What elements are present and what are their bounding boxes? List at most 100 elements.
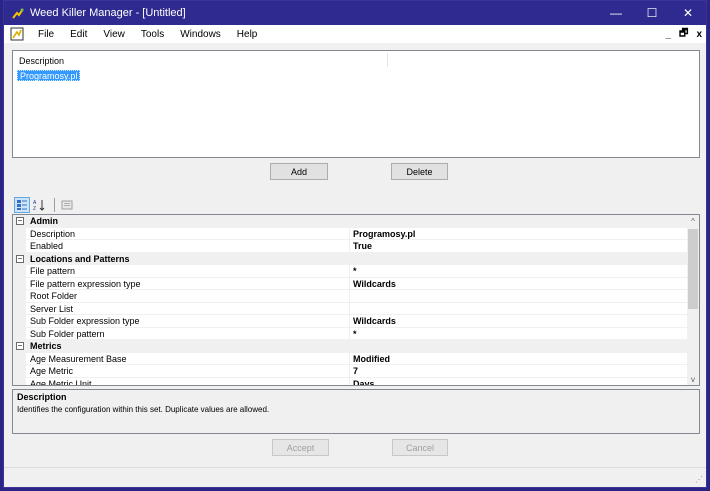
property-gutter [13, 240, 26, 252]
column-divider[interactable] [387, 53, 388, 67]
property-value[interactable]: Wildcards [353, 279, 396, 289]
property-help-panel: Description Identifies the configuration… [12, 389, 700, 434]
property-gutter [13, 377, 26, 385]
scroll-down-arrow-icon[interactable]: v [687, 373, 699, 385]
collapse-icon[interactable]: − [16, 254, 24, 263]
property-gutter [13, 315, 26, 327]
collapse-icon[interactable]: − [16, 342, 24, 350]
toolbar-separator [54, 198, 55, 212]
mdi-document-icon[interactable] [10, 27, 24, 41]
property-row[interactable]: File pattern * [13, 265, 687, 278]
column-splitter[interactable] [349, 377, 350, 385]
maximize-button[interactable]: ☐ [634, 1, 670, 25]
property-category[interactable]: − Locations and Patterns [13, 252, 687, 265]
mdi-restore-button[interactable]: 🗗 [679, 26, 688, 43]
mdi-controls: _ 🗗 x [657, 25, 702, 43]
list-header: Description [13, 51, 699, 69]
column-splitter[interactable] [349, 302, 350, 314]
mdi-close-button[interactable]: x [696, 29, 702, 40]
accept-button[interactable]: Accept [272, 439, 329, 456]
property-row[interactable]: Description Programosy.pl [13, 227, 687, 240]
sort-alphabetical-icon: A Z [33, 200, 45, 211]
list-item[interactable]: Programosy.pl [17, 70, 81, 81]
property-rows: − Admin Description Programosy.pl Enabled Tru… [13, 215, 687, 386]
category-label: Admin [30, 216, 58, 226]
property-name: Description [30, 228, 76, 239]
property-row[interactable]: Age Measurement Base Modified [13, 352, 687, 365]
configuration-list[interactable]: Description Programosy.pl [12, 50, 700, 158]
menu-bar: File Edit View Tools Windows Help _ 🗗 x [4, 25, 706, 43]
property-value[interactable]: Days [353, 379, 375, 386]
property-grid[interactable]: − Admin Description Programosy.pl Enabled Tru… [12, 214, 700, 386]
menu-windows[interactable]: Windows [172, 29, 229, 40]
column-splitter[interactable] [349, 290, 350, 302]
window-title: Weed Killer Manager - [Untitled] [30, 7, 186, 19]
status-bar: ⋰ [4, 467, 706, 487]
delete-button[interactable]: Delete [391, 163, 448, 180]
property-value[interactable]: Programosy.pl [353, 229, 415, 239]
property-value[interactable]: Wildcards [353, 316, 396, 326]
property-name: Age Metric [30, 366, 74, 376]
property-gutter [13, 327, 26, 339]
property-grid-scrollbar[interactable]: ^ v [687, 215, 699, 385]
categorized-view-button[interactable] [14, 197, 30, 213]
menu-help[interactable]: Help [229, 29, 266, 40]
mdi-minimize-button[interactable]: _ [665, 29, 671, 40]
property-row[interactable]: Server List [13, 302, 687, 315]
column-splitter[interactable] [349, 327, 350, 339]
property-name: Server List [30, 303, 74, 314]
resize-grip-icon[interactable]: ⋰ [695, 475, 703, 484]
property-row[interactable]: Age Metric Unit Days [13, 377, 687, 386]
property-value[interactable]: * [353, 329, 357, 339]
menu-view[interactable]: View [95, 29, 133, 40]
title-bar[interactable]: Weed Killer Manager - [Untitled] — ☐ ✕ [4, 1, 706, 25]
property-row[interactable]: File pattern expression type Wildcards [13, 277, 687, 290]
column-splitter[interactable] [349, 227, 350, 239]
property-gutter [13, 302, 26, 314]
column-splitter[interactable] [349, 265, 350, 277]
property-category[interactable]: − Admin [13, 215, 687, 228]
minimize-button[interactable]: — [598, 1, 634, 25]
main-window: Weed Killer Manager - [Untitled] — ☐ ✕ F… [3, 0, 707, 488]
property-row[interactable]: Enabled True [13, 240, 687, 253]
property-row[interactable]: Sub Folder pattern * [13, 327, 687, 340]
property-row[interactable]: Age Metric 7 [13, 365, 687, 378]
column-splitter[interactable] [349, 315, 350, 327]
column-splitter[interactable] [349, 277, 350, 289]
column-description[interactable]: Description [19, 56, 64, 66]
add-button[interactable]: Add [270, 163, 328, 180]
property-category[interactable]: − Metrics [13, 340, 687, 353]
property-name: Enabled [30, 241, 64, 251]
alphabetical-view-button[interactable]: A Z [32, 197, 48, 213]
property-pages-button[interactable] [59, 197, 75, 213]
property-gutter [13, 290, 26, 302]
categorized-icon [17, 200, 27, 210]
column-splitter[interactable] [349, 240, 350, 252]
weed-killer-app-icon [12, 8, 24, 19]
scroll-thumb[interactable] [688, 229, 698, 309]
close-button[interactable]: ✕ [670, 1, 706, 25]
menu-tools[interactable]: Tools [133, 29, 172, 40]
menu-edit[interactable]: Edit [62, 29, 95, 40]
property-grid-toolbar: A Z [14, 196, 77, 214]
column-splitter[interactable] [349, 365, 350, 377]
property-name: Sub Folder pattern [30, 328, 105, 339]
property-name: File pattern [30, 266, 76, 276]
scroll-up-arrow-icon[interactable]: ^ [687, 215, 699, 227]
help-description: Identifies the configuration within this… [17, 405, 270, 414]
column-splitter[interactable] [349, 352, 350, 364]
property-value[interactable]: True [353, 241, 372, 251]
property-value[interactable]: 7 [353, 366, 358, 376]
category-label: Locations and Patterns [30, 253, 130, 264]
property-value[interactable]: * [353, 266, 357, 276]
property-row[interactable]: Sub Folder expression type Wildcards [13, 315, 687, 328]
property-row[interactable]: Root Folder [13, 290, 687, 303]
collapse-icon[interactable]: − [16, 217, 24, 225]
menu-file[interactable]: File [30, 29, 62, 40]
property-gutter [13, 365, 26, 377]
svg-text:Z: Z [33, 206, 36, 211]
help-title: Description [17, 392, 67, 402]
property-value[interactable]: Modified [353, 354, 390, 364]
window-controls: — ☐ ✕ [598, 1, 706, 25]
cancel-button[interactable]: Cancel [392, 439, 448, 456]
